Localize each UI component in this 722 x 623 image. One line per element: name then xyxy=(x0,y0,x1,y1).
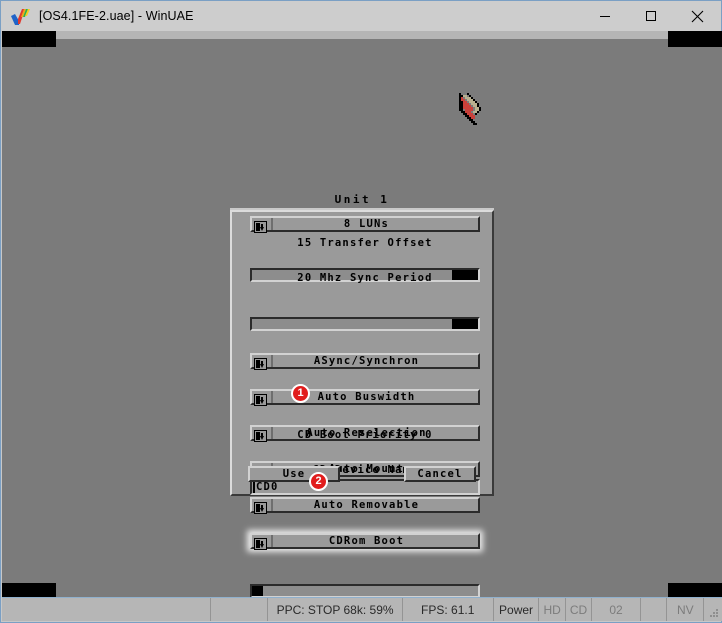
async-synchron-label: ASync/Synchron xyxy=(313,355,420,367)
resize-grip[interactable] xyxy=(704,598,722,621)
winuae-main-window: [OS4.1FE-2.uae] - WinUAE Unit 1 8 LUNs 1… xyxy=(0,0,722,623)
screen-corner-top-left xyxy=(2,31,56,47)
status-cell-cd[interactable]: CD xyxy=(566,598,593,621)
maximize-icon xyxy=(646,11,656,21)
auto-buswidth-cycle-gadget[interactable]: Auto Buswidth xyxy=(250,389,480,406)
cycle-gadget-icon xyxy=(253,218,271,233)
cd-boot-priority-slider-knob[interactable] xyxy=(252,586,263,596)
status-cell-1[interactable] xyxy=(211,598,269,621)
minimize-button[interactable] xyxy=(582,1,628,31)
auto-removable-cycle-gadget[interactable]: Auto Removable xyxy=(250,497,480,514)
cycle-gadget-icon xyxy=(253,355,271,370)
status-cell-df0[interactable]: 02 xyxy=(592,598,641,621)
status-cell-nv[interactable]: NV xyxy=(667,598,705,621)
close-button[interactable] xyxy=(674,1,721,31)
annotation-badge-2: 2 xyxy=(309,472,328,491)
cd-boot-priority-slider[interactable] xyxy=(250,584,480,598)
status-cell-hd[interactable]: HD xyxy=(539,598,566,621)
cdrom-boot-label: CDRom Boot xyxy=(328,535,405,547)
maximize-button[interactable] xyxy=(628,1,674,31)
unit-settings-dialog: Unit 1 8 LUNs 15 Transfer Offset 20 Mhz … xyxy=(230,192,494,598)
sync-period-label: 20 Mhz Sync Period xyxy=(297,272,433,284)
cdrom-boot-cycle-gadget[interactable]: CDRom Boot xyxy=(250,533,480,550)
async-synchron-cycle-gadget[interactable]: ASync/Synchron xyxy=(250,353,480,370)
screen-corner-top-right xyxy=(668,31,722,47)
status-bar: PPC: STOP 68k: 59% FPS: 61.1 Power HD CD… xyxy=(2,597,722,621)
title-bar[interactable]: [OS4.1FE-2.uae] - WinUAE xyxy=(1,1,721,31)
transfer-offset-label: 15 Transfer Offset xyxy=(297,237,433,249)
luns-label: 8 LUNs xyxy=(343,218,390,230)
status-cell-cpu[interactable]: PPC: STOP 68k: 59% xyxy=(268,598,403,621)
cycle-gadget-icon xyxy=(253,535,271,550)
cycle-gadget-icon xyxy=(253,499,271,514)
caption-buttons xyxy=(582,1,721,31)
emulation-display-area[interactable]: Unit 1 8 LUNs 15 Transfer Offset 20 Mhz … xyxy=(2,31,722,599)
status-cell-fps[interactable]: FPS: 61.1 xyxy=(403,598,494,621)
dialog-content: 8 LUNs 15 Transfer Offset 20 Mhz Sync Pe… xyxy=(238,216,486,598)
sync-period-slider[interactable] xyxy=(250,317,480,331)
minimize-icon xyxy=(600,16,610,17)
cd-boot-priority-label: CD Boot Priority 0 xyxy=(297,429,433,441)
dialog-title: Unit 1 xyxy=(334,193,390,206)
close-icon xyxy=(691,10,704,22)
luns-cycle-gadget[interactable]: 8 LUNs xyxy=(250,216,480,233)
status-cell-empty[interactable] xyxy=(641,598,668,621)
status-cell-power[interactable]: Power xyxy=(494,598,540,621)
cancel-button[interactable]: Cancel xyxy=(404,466,476,482)
resize-grip-icon xyxy=(710,609,719,617)
status-cell-0[interactable] xyxy=(2,598,211,621)
winuae-checkmark-logo-icon xyxy=(9,5,33,27)
cycle-gadget-icon xyxy=(253,391,271,406)
dialog-body: 8 LUNs 15 Transfer Offset 20 Mhz Sync Pe… xyxy=(230,210,494,598)
annotation-badge-1: 1 xyxy=(291,384,310,403)
amiga-screen-top-strip xyxy=(56,31,668,39)
cd-device-name-value: CD0 xyxy=(256,481,279,493)
window-title: [OS4.1FE-2.uae] - WinUAE xyxy=(39,9,194,23)
sync-period-slider-knob[interactable] xyxy=(452,319,478,329)
amiga-mouse-pointer-icon xyxy=(457,91,489,131)
auto-removable-label: Auto Removable xyxy=(313,499,420,511)
